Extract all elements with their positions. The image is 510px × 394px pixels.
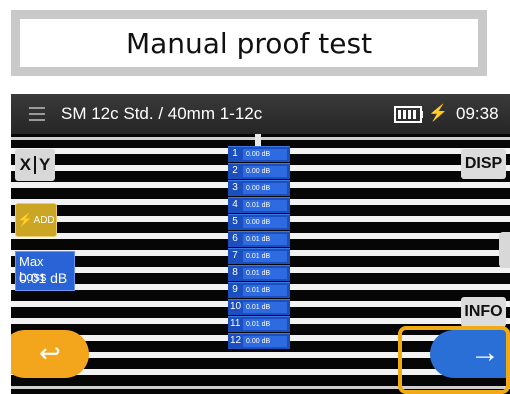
fiber-number: 2	[232, 165, 238, 176]
battery-tip	[420, 111, 423, 118]
loss-value: 0.01 dB	[243, 200, 287, 211]
next-button-highlight	[398, 326, 510, 394]
battery-full-icon	[394, 106, 422, 123]
info-button[interactable]: INFO	[461, 297, 506, 327]
loss-value: 0.00 dB	[243, 166, 287, 177]
caption-title: Manual proof test	[20, 19, 478, 67]
loss-row: 2 0.00 dB	[228, 163, 290, 179]
fiber-number: 3	[232, 182, 238, 193]
loss-value: 0.00 dB	[243, 149, 287, 160]
status-bar: SM 12c Std. / 40mm 1-12c ⚡ 09:38	[11, 94, 510, 134]
fiber-number: 6	[232, 233, 238, 244]
power-plug-icon: ⚡	[428, 105, 448, 122]
xy-view-button[interactable]: X Y	[15, 149, 55, 181]
loss-row: 12 0.00 dB	[228, 333, 290, 349]
back-button[interactable]: ↩	[11, 330, 89, 378]
x-label: X	[19, 155, 31, 174]
max-loss-value: 0.01 dB	[19, 270, 68, 286]
fiber-number: 7	[232, 250, 238, 261]
hamburger-menu-icon[interactable]	[29, 107, 45, 121]
fiber-number: 4	[232, 199, 238, 210]
clock: 09:38	[456, 104, 499, 123]
program-title: SM 12c Std. / 40mm 1-12c	[61, 104, 263, 123]
disp-button[interactable]: DISP	[461, 149, 506, 179]
fiber-number: 10	[230, 301, 242, 312]
loss-row: 10 0.01 dB	[228, 299, 290, 315]
fiber-number: 5	[232, 216, 238, 227]
loss-value: 0.01 dB	[243, 302, 287, 313]
loss-row: 9 0.01 dB	[228, 282, 290, 298]
y-label: Y	[39, 155, 51, 174]
loss-row: 3 0.00 dB	[228, 180, 290, 196]
loss-value: 0.01 dB	[243, 268, 287, 279]
fiber-number: 1	[232, 148, 238, 159]
loss-row: 1 0.00 dB	[228, 146, 290, 162]
loss-value: 0.00 dB	[243, 183, 287, 194]
lightning-icon: ⚡	[17, 212, 34, 227]
side-panel-tab[interactable]	[499, 232, 510, 268]
fiber-number: 8	[232, 267, 238, 278]
add-label: ADD	[33, 214, 55, 226]
caption-box: Manual proof test	[11, 10, 487, 76]
loss-value: 0.01 dB	[243, 251, 287, 262]
loss-row: 6 0.01 dB	[228, 231, 290, 247]
loss-value: 0.00 dB	[243, 336, 287, 347]
fiber-number: 12	[230, 335, 242, 346]
loss-row: 7 0.01 dB	[228, 248, 290, 264]
loss-value: 0.00 dB	[243, 217, 287, 228]
loss-row: 8 0.01 dB	[228, 265, 290, 281]
fiber-number: 11	[230, 318, 241, 329]
return-arrow-icon: ↩	[39, 338, 61, 368]
loss-row: 4 0.01 dB	[228, 197, 290, 213]
loss-row: 11 0.01 dB	[228, 316, 290, 332]
loss-row: 5 0.00 dB	[228, 214, 290, 230]
loss-value: 0.01 dB	[243, 234, 287, 245]
loss-value: 0.01 dB	[243, 285, 287, 296]
fiber-number: 9	[232, 284, 238, 295]
add-arc-button[interactable]: ⚡ ADD	[15, 203, 57, 237]
loss-value: 0.01 dB	[243, 319, 287, 330]
max-loss-panel: Max Loss 0.01 dB	[15, 251, 75, 291]
